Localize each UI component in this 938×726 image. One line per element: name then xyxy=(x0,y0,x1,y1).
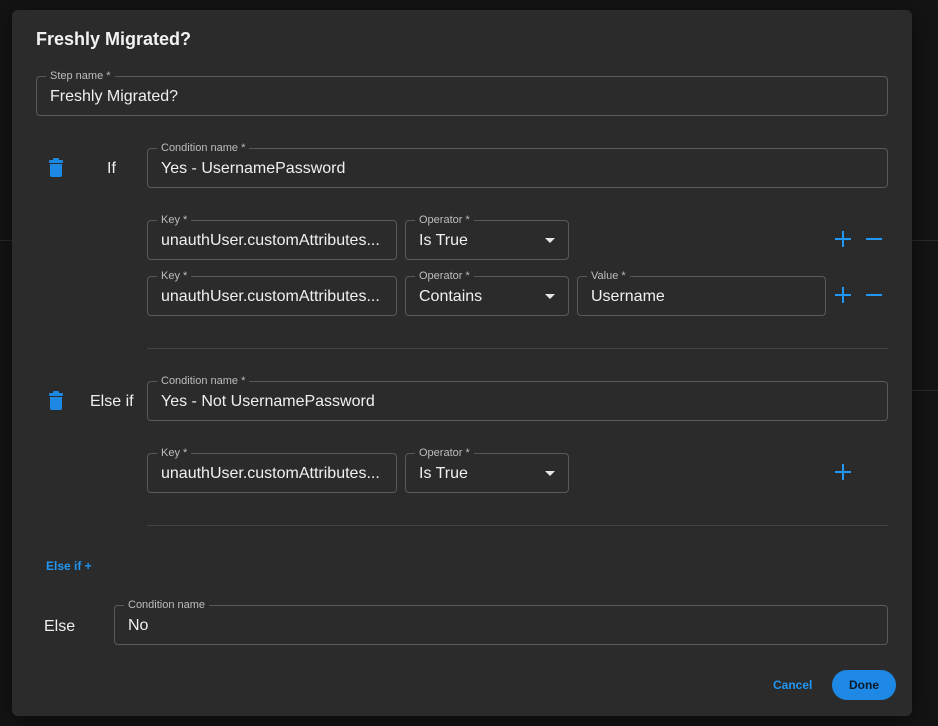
key-value: unauthUser.customAttributes... xyxy=(161,232,380,249)
section-divider xyxy=(147,525,888,526)
if-keyword: If xyxy=(107,160,116,177)
else-if-keyword: Else if xyxy=(90,393,134,410)
else-keyword: Else xyxy=(44,618,76,635)
operator-value: Contains xyxy=(419,288,483,305)
add-else-if-button[interactable]: Else if + xyxy=(46,559,92,573)
chevron-down-icon xyxy=(545,294,555,299)
section-divider xyxy=(147,348,888,349)
else-if-condition-name-value: Yes - Not UsernamePassword xyxy=(161,393,375,410)
else-if-rule1-add-plus-icon[interactable] xyxy=(835,464,851,480)
if-rule2-operator-select[interactable]: Operator * Contains xyxy=(405,269,569,316)
delete-else-if-trash-icon[interactable] xyxy=(49,391,63,410)
if-condition-name-label: Condition name * xyxy=(157,141,250,155)
background-canvas-line xyxy=(912,390,938,391)
if-condition-name-value: Yes - UsernamePassword xyxy=(161,160,346,177)
operator-label: Operator * xyxy=(415,269,474,283)
condition-dialog: Freshly Migrated? Step name * Freshly Mi… xyxy=(12,10,912,716)
dialog-title: Freshly Migrated? xyxy=(36,29,192,49)
key-label: Key * xyxy=(157,446,192,460)
operator-label: Operator * xyxy=(415,446,474,460)
step-name-field[interactable]: Step name * Freshly Migrated? xyxy=(36,69,888,116)
else-condition-name-value: No xyxy=(128,617,149,634)
key-label: Key * xyxy=(157,269,192,283)
else-condition-name-label: Condition name xyxy=(124,598,210,612)
chevron-down-icon xyxy=(545,238,555,243)
background-canvas-line xyxy=(0,240,12,241)
value-label: Value * xyxy=(587,269,630,283)
else-if-rule1-operator-select[interactable]: Operator * Is True xyxy=(405,446,569,493)
chevron-down-icon xyxy=(545,471,555,476)
key-label: Key * xyxy=(157,213,192,227)
else-if-condition-name-label: Condition name * xyxy=(157,374,250,388)
background-canvas-line xyxy=(912,240,938,241)
if-condition-name-field[interactable]: Condition name * Yes - UsernamePassword xyxy=(147,141,888,188)
if-rule2-add-plus-icon[interactable] xyxy=(835,287,851,303)
key-value: unauthUser.customAttributes... xyxy=(161,465,380,482)
step-name-value: Freshly Migrated? xyxy=(50,88,179,105)
if-rule2-remove-minus-icon[interactable] xyxy=(866,287,882,303)
if-rule1-key-field[interactable]: Key * unauthUser.customAttributes... xyxy=(147,213,397,260)
operator-value: Is True xyxy=(419,465,468,482)
if-rule1-add-plus-icon[interactable] xyxy=(835,231,851,247)
cancel-button[interactable]: Cancel xyxy=(773,678,812,692)
done-button[interactable]: Done xyxy=(832,670,896,700)
operator-label: Operator * xyxy=(415,213,474,227)
else-condition-name-field[interactable]: Condition name No xyxy=(114,598,888,645)
operator-value: Is True xyxy=(419,232,468,249)
value-value: Username xyxy=(591,288,665,305)
if-rule2-value-field[interactable]: Value * Username xyxy=(577,269,826,316)
step-name-label: Step name * xyxy=(46,69,115,83)
else-if-rule1-key-field[interactable]: Key * unauthUser.customAttributes... xyxy=(147,446,397,493)
if-rule2-key-field[interactable]: Key * unauthUser.customAttributes... xyxy=(147,269,397,316)
if-rule1-remove-minus-icon[interactable] xyxy=(866,231,882,247)
else-if-condition-name-field[interactable]: Condition name * Yes - Not UsernamePassw… xyxy=(147,374,888,421)
delete-if-trash-icon[interactable] xyxy=(49,158,63,177)
key-value: unauthUser.customAttributes... xyxy=(161,288,380,305)
if-rule1-operator-select[interactable]: Operator * Is True xyxy=(405,213,569,260)
